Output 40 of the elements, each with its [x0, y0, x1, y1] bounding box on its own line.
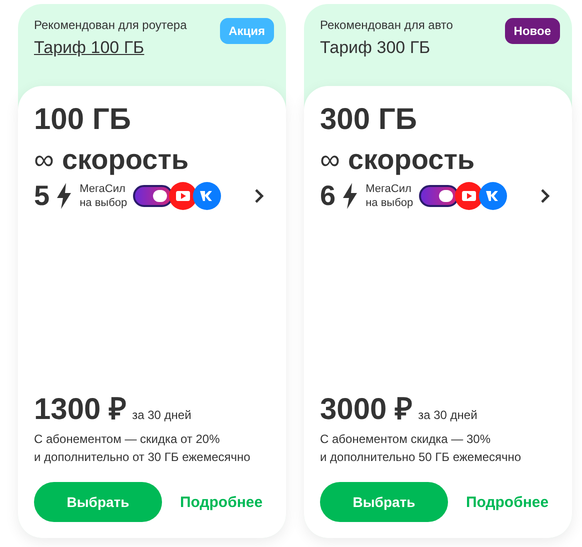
price: 1300 ₽: [34, 392, 126, 428]
bonus-note: и дополнительно 50 ГБ ежемесячно: [320, 449, 522, 466]
recommendation-text: Рекомендован для авто: [320, 18, 453, 32]
recommendation-text: Рекомендован для роутера: [34, 18, 187, 32]
chevron-right-icon[interactable]: [254, 189, 264, 203]
price-period: за 30 дней: [132, 408, 192, 422]
tariff-badge: Акция: [220, 18, 274, 44]
megasil-count: 6: [320, 180, 336, 212]
choose-button[interactable]: Выбрать: [34, 482, 162, 522]
tariff-title: Тариф 300 ГБ: [320, 38, 432, 58]
speed-label: скорость: [62, 143, 189, 177]
data-volume: 100 ГБ: [34, 102, 132, 138]
megasil-sublabel: на выбор: [366, 196, 414, 210]
megasil-label: МегаСил: [80, 182, 126, 196]
details-link[interactable]: Подробнее: [180, 494, 263, 510]
data-volume: 300 ГБ: [320, 102, 418, 138]
play-icon: [169, 182, 198, 210]
price: 3000 ₽: [320, 392, 412, 428]
speed-label: скорость: [348, 143, 475, 177]
megasil-count: 5: [34, 180, 50, 212]
discount-note: С абонементом скидка — 30%: [320, 431, 492, 448]
pill-logo-icon: [419, 183, 460, 209]
lightning-icon: [342, 183, 358, 209]
details-link[interactable]: Подробнее: [466, 494, 549, 510]
megasil-sublabel: на выбор: [80, 196, 128, 210]
bonus-note: и дополнительно от 30 ГБ ежемесячно: [34, 449, 252, 466]
infinity-symbol: ∞: [34, 144, 54, 176]
infinity-symbol: ∞: [320, 144, 340, 176]
tariff-badge: Новое: [504, 18, 560, 44]
lightning-icon: [56, 183, 72, 209]
choose-button[interactable]: Выбрать: [320, 482, 448, 522]
price-period: за 30 дней: [418, 408, 478, 422]
play-icon: [455, 182, 484, 210]
megasil-label: МегаСил: [366, 182, 412, 196]
chevron-right-icon[interactable]: [540, 189, 550, 203]
pill-logo-icon: [133, 183, 174, 209]
tariff-title-link[interactable]: Тариф 100 ГБ: [34, 38, 187, 58]
social-logo-icon: [193, 182, 222, 210]
discount-note: С абонементом — скидка от 20%: [34, 431, 221, 448]
social-logo-icon: [479, 182, 508, 210]
